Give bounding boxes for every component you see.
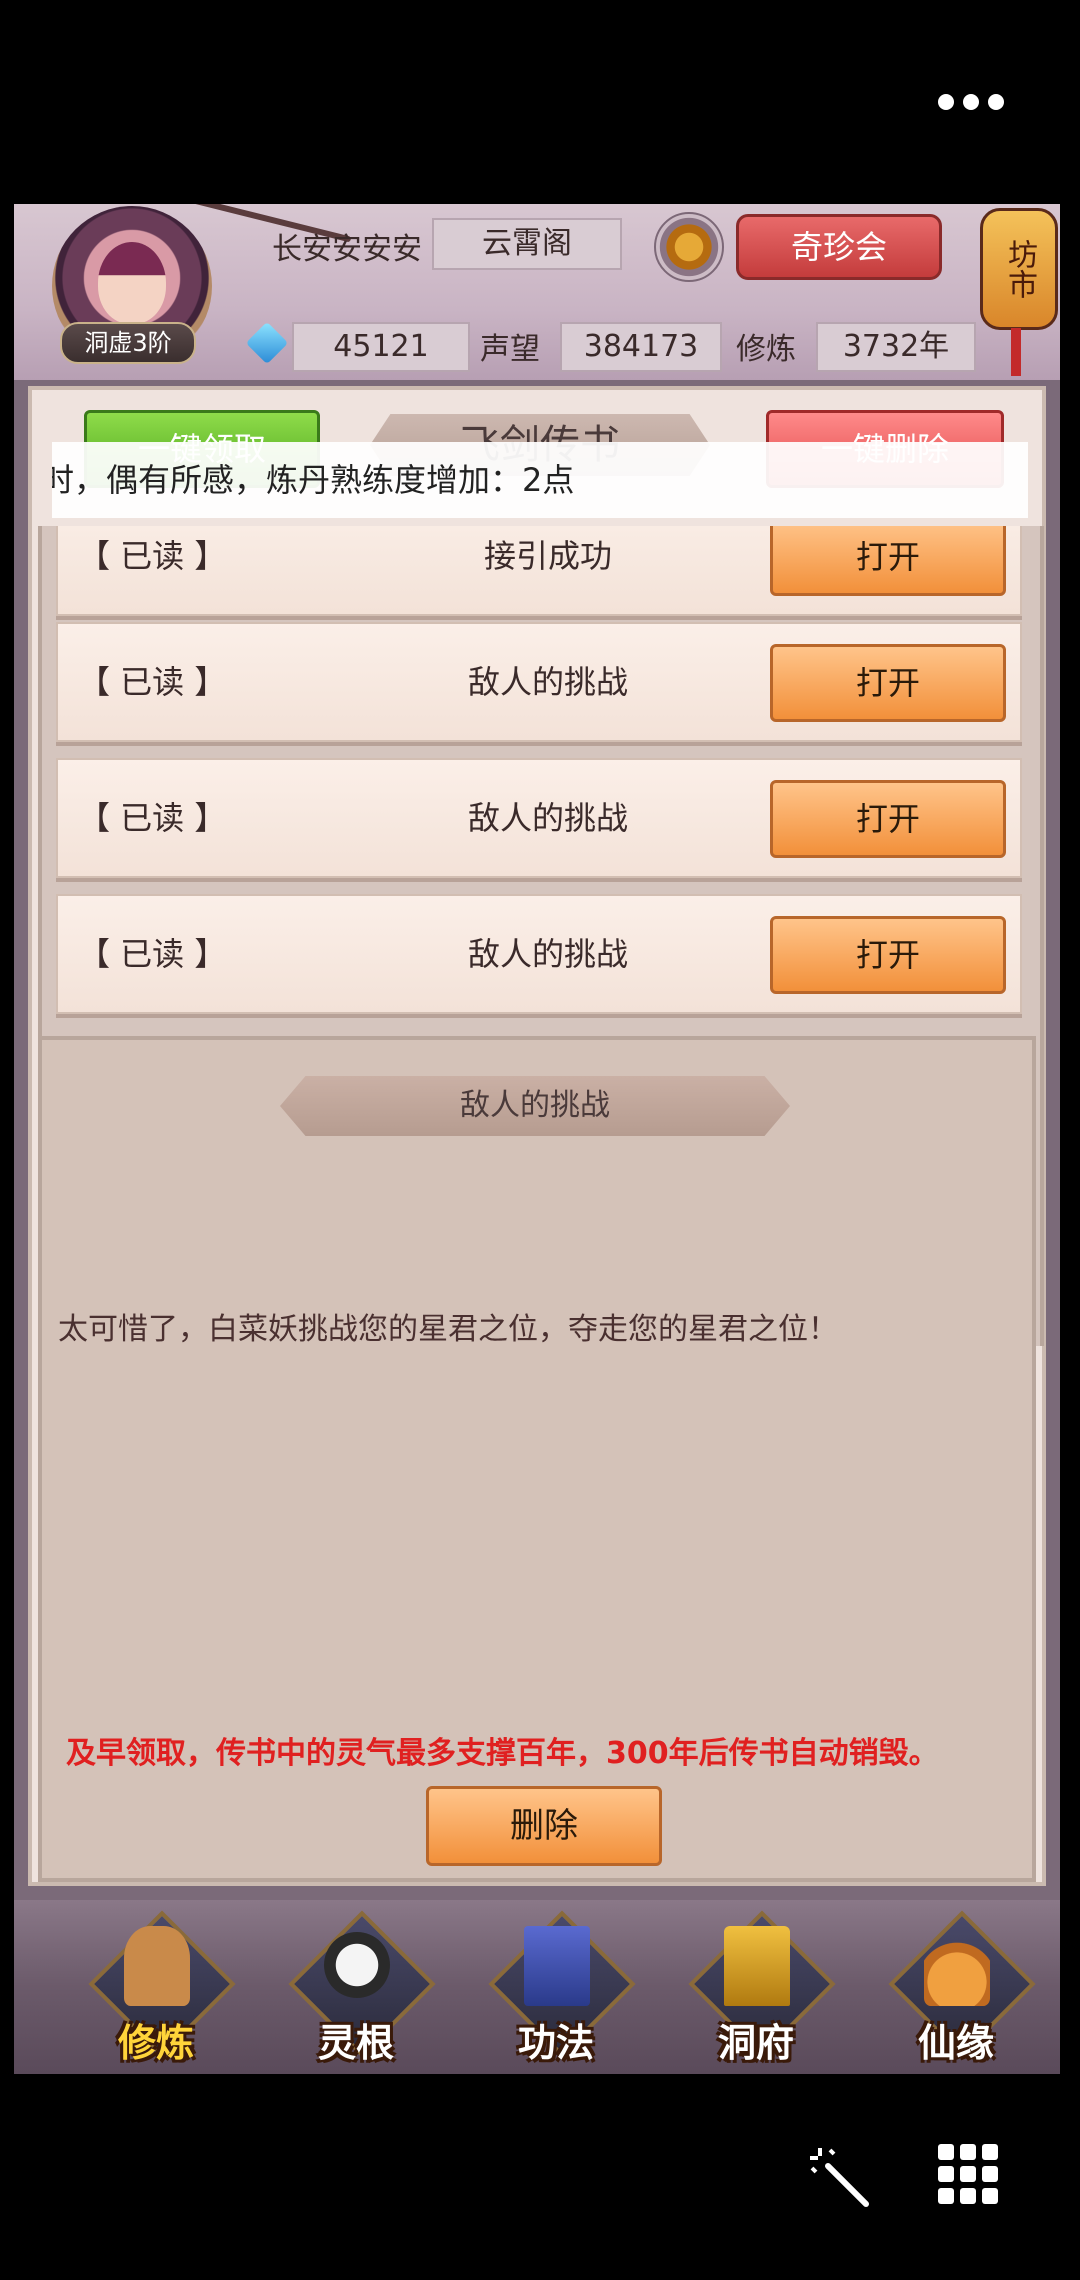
- nav-cave-dwelling[interactable]: 洞府: [686, 1910, 836, 2065]
- mail-row[interactable]: 【 已读 】 敌人的挑战 打开: [56, 622, 1022, 742]
- cultivation-icon: [124, 1926, 190, 2006]
- guild-name[interactable]: 云霄阁: [432, 218, 622, 270]
- nav-label: 修炼: [117, 2021, 194, 2065]
- settings-gear-icon[interactable]: [654, 212, 724, 282]
- mail-row[interactable]: 【 已读 】 敌人的挑战 打开: [56, 758, 1022, 878]
- immortal-fate-icon: [924, 1926, 990, 2006]
- market-lantern-button[interactable]: 坊市: [980, 208, 1058, 330]
- toast-text: 时，偶有所感，炼丹熟练度增加：2点: [52, 461, 575, 499]
- top-bar: 洞虚3阶 长安安安安 云霄阁 奇珍会 坊市 45121 声望 384173 修炼…: [14, 204, 1060, 380]
- mail-status: 【 已读 】: [78, 663, 227, 701]
- detail-title: 敌人的挑战: [280, 1076, 790, 1136]
- nav-label: 仙缘: [917, 2021, 994, 2065]
- mail-status: 【 已读 】: [78, 935, 227, 973]
- open-button[interactable]: 打开: [770, 526, 1006, 596]
- mail-subject: 接引成功: [483, 537, 612, 575]
- nav-label: 灵根: [317, 2021, 394, 2065]
- rank-badge: 洞虚3阶: [60, 322, 196, 364]
- prestige-label: 声望: [480, 332, 540, 367]
- detail-body: 太可惜了，白菜妖挑战您的星君之位，夺走您的星君之位！: [58, 1312, 838, 1347]
- dot: [963, 94, 979, 110]
- open-button[interactable]: 打开: [770, 644, 1006, 722]
- mail-subject: 敌人的挑战: [467, 663, 628, 701]
- nav-technique[interactable]: 功法: [486, 1910, 636, 2065]
- mail-status: 【 已读 】: [78, 537, 227, 575]
- delete-button[interactable]: 删除: [426, 1786, 662, 1866]
- notification-toast: 时，偶有所感，炼丹熟练度增加：2点: [52, 442, 1028, 518]
- bottom-nav: 修炼 灵根 功法 洞府 仙缘: [14, 1900, 1060, 2074]
- avatar-portrait: [98, 242, 166, 324]
- spirit-stone-icon: [245, 321, 289, 365]
- magic-wand-icon[interactable]: [808, 2146, 872, 2210]
- mail-subject: 敌人的挑战: [467, 935, 628, 973]
- open-button[interactable]: 打开: [770, 916, 1006, 994]
- nav-label: 洞府: [717, 2021, 794, 2065]
- app-grid-icon[interactable]: [938, 2144, 998, 2204]
- lantern-tassel: [1011, 328, 1021, 376]
- open-button[interactable]: 打开: [770, 780, 1006, 858]
- nav-spirit-root[interactable]: 灵根: [286, 1910, 436, 2065]
- prestige-value: 384173: [560, 322, 722, 372]
- technique-icon: [524, 1926, 590, 2006]
- spirit-root-icon: [324, 1932, 390, 1998]
- expiry-warning: 及早领取，传书中的灵气最多支撑百年，300年后传书自动销毁。: [66, 1736, 939, 1771]
- shop-button[interactable]: 奇珍会: [736, 214, 942, 280]
- mail-row[interactable]: 【 已读 】 接引成功 打开: [56, 526, 1022, 616]
- spirit-stones-value: 45121: [292, 322, 470, 372]
- nav-label: 功法: [517, 2021, 594, 2065]
- more-options-icon[interactable]: [938, 94, 1004, 112]
- nav-immortal-fate[interactable]: 仙缘: [886, 1910, 1036, 2065]
- dot: [938, 94, 954, 110]
- cultivation-years-value: 3732年: [816, 322, 976, 372]
- dot: [988, 94, 1004, 110]
- game-viewport: 洞虚3阶 长安安安安 云霄阁 奇珍会 坊市 45121 声望 384173 修炼…: [14, 204, 1060, 2074]
- nav-cultivation[interactable]: 修炼: [86, 1910, 236, 2065]
- mail-row[interactable]: 【 已读 】 敌人的挑战 打开: [56, 894, 1022, 1014]
- cultivation-label: 修炼: [736, 332, 796, 367]
- mail-subject: 敌人的挑战: [467, 799, 628, 837]
- player-name: 长安安安安: [272, 232, 422, 267]
- mail-status: 【 已读 】: [78, 799, 227, 837]
- cave-dwelling-icon: [724, 1926, 790, 2006]
